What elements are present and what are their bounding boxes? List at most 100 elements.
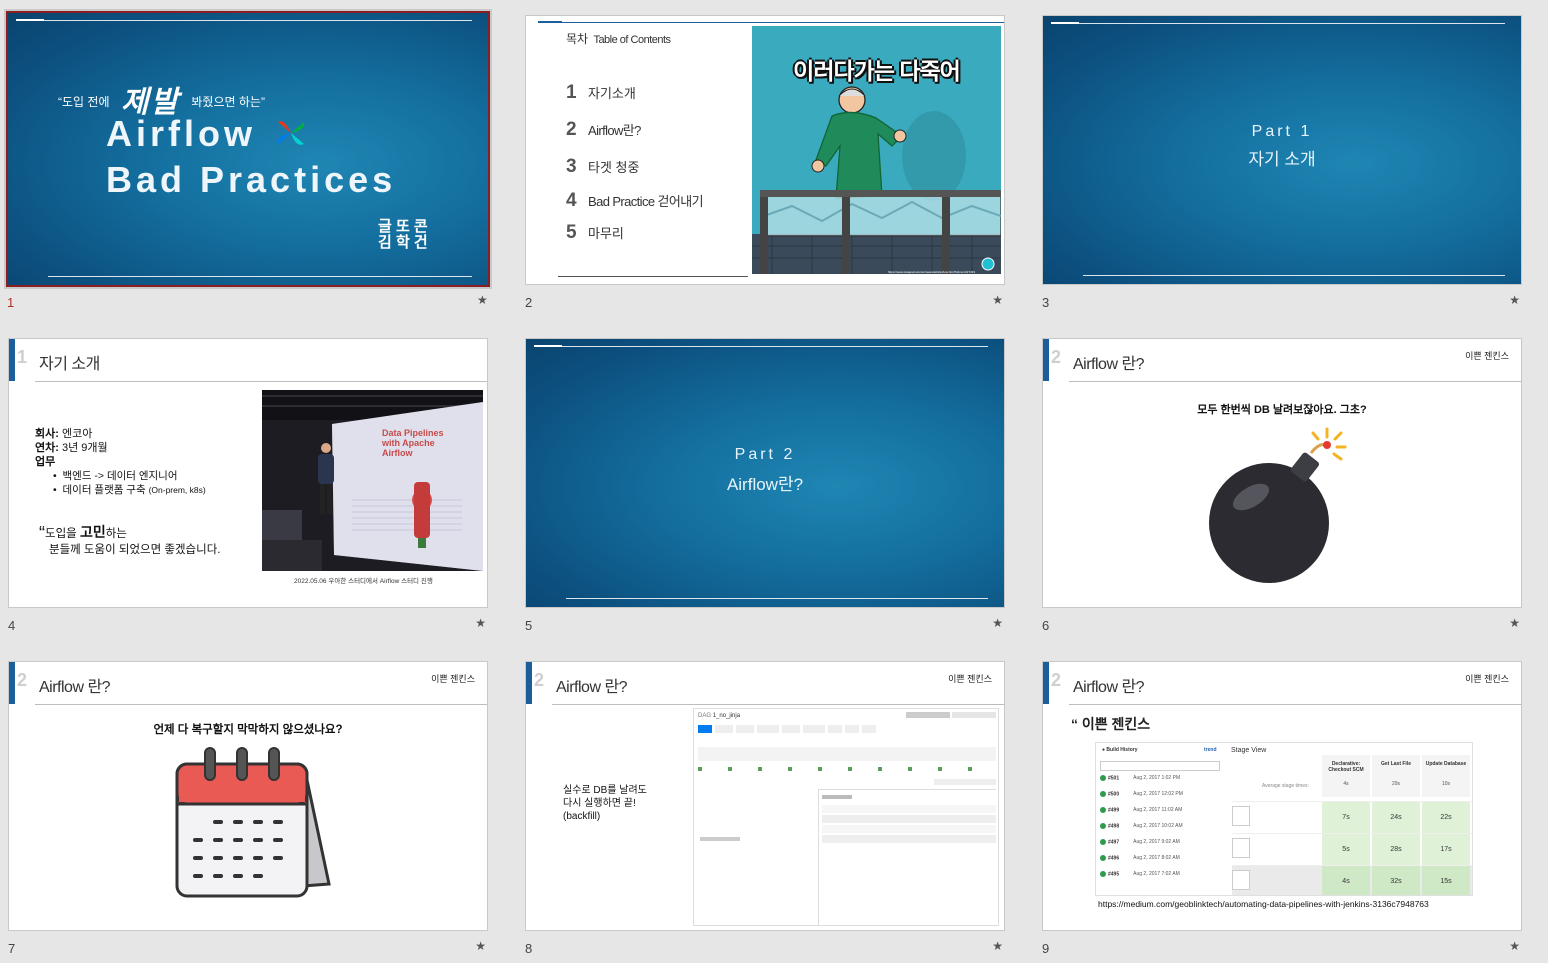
slide-title: 자기 소개 [39,356,100,373]
build-history-row[interactable]: #499 Aug 2, 2017 11:02 AM [1100,807,1228,823]
success-check-icon [1100,807,1106,813]
stage-time-cell[interactable]: 7s [1322,802,1370,833]
slide-thumbnail-3[interactable]: Part 1 자기 소개 3 ★ [1042,15,1522,310]
slide-thumbnail-2[interactable]: 목차 Table of Contents 1 자기소개 2 Airflow란? 3타… [525,15,1005,310]
stage-time-cell[interactable]: 24s [1372,802,1420,833]
slide-thumbnail-1[interactable]: “도입 전에 제발 봐줬으면 하는” Airflow Bad Practices… [4,9,492,310]
build-id: #500 [1108,791,1120,798]
stage-row[interactable]: 4s 32s 15s [1232,865,1472,895]
decor-dash [16,19,44,21]
stage-column-header: Declarative: Checkout SCM 4s [1322,755,1370,797]
decor-dash [1051,22,1079,24]
calendar-icon [175,747,331,898]
build-badge [1232,870,1250,890]
build-id: #498 [1108,823,1120,830]
source-url[interactable]: https://medium.com/geoblinktech/automati… [1098,899,1429,909]
meme-source: https://www.sisajournal.com/news/article… [887,270,975,274]
stage-time-cell[interactable]: 4s [1322,866,1370,895]
slide-tag: 이쁜 젠킨스 [431,674,475,684]
slide-4[interactable]: 1 자기 소개 회사: 엔코아 연차: 3년 9개월 업무 • 백엔드 -> 데… [8,338,488,608]
decor-line [534,346,988,347]
slide-8[interactable]: 2 Airflow 란? 이쁜 젠킨스 실수로 DB를 날려도 다시 실행하면 … [525,661,1005,931]
stage-view-title: Stage View [1231,747,1267,754]
stage-average: 29s [1391,781,1401,787]
transition-star-icon: ★ [992,939,1003,953]
slide-tag: 이쁜 젠킨스 [948,674,992,684]
header-divider [1069,381,1521,382]
slide-1[interactable]: “도입 전에 제발 봐줬으면 하는” Airflow Bad Practices… [4,9,492,289]
decor-dash [534,345,562,347]
part-label: Part 1 [1251,123,1313,140]
toc-item[interactable]: 5 마무리 [566,222,703,252]
slide-tag: 이쁜 젠킨스 [1465,351,1509,361]
decor-line [48,276,472,277]
section-number: 1 [17,347,28,367]
slide-6[interactable]: 2 Airflow 란? 이쁜 젠킨스 모두 한번씩 DB 날려보잖아요. 그초… [1042,338,1522,608]
years-row: 연차: 3년 9개월 [35,442,108,454]
slide-text: 모두 한번씩 DB 날려보잖아요. 그초? [1197,404,1367,416]
header-accent [9,339,15,381]
slide-thumbnail-9[interactable]: 2 Airflow 란? 이쁜 젠킨스 “ 이쁜 젠킨스 ● Build His… [1042,661,1522,956]
airflow-ui-screenshot: DAG 1_no_jinja [693,708,999,926]
build-history-row[interactable]: #498 Aug 2, 2017 10:02 AM [1100,823,1228,839]
stage-time-cell[interactable]: 28s [1372,834,1420,865]
slide-thumbnail-4[interactable]: 1 자기 소개 회사: 엔코아 연차: 3년 9개월 업무 • 백엔드 -> 데… [8,338,488,633]
build-history-row[interactable]: #501 Aug 2, 2017 1:02 PM [1100,775,1228,791]
slide-thumbnail-5[interactable]: Part 2 Airflow란? 5 ★ [525,338,1005,633]
transition-star-icon: ★ [475,616,486,630]
jenkins-screenshot: ● Build History trend #501 Aug 2, 2017 1:… [1095,742,1473,896]
slide-3[interactable]: Part 1 자기 소개 [1042,15,1522,285]
stage-time-cell[interactable]: 32s [1372,866,1420,895]
meme-image: 이러다가는 다죽어 https://www.sisajournal.com/ne… [752,26,1001,274]
part-label: Part 2 [734,446,796,463]
build-history-row[interactable]: #496 Aug 2, 2017 8:02 AM [1100,855,1228,871]
company-row: 회사: 엔코아 [35,428,93,440]
stage-average: 4s [1343,781,1349,787]
build-date: Aug 2, 2017 10:02 AM [1133,823,1183,830]
build-history-row[interactable]: #495 Aug 2, 2017 7:02 AM [1100,871,1228,887]
slide-thumbnail-6[interactable]: 2 Airflow 란? 이쁜 젠킨스 모두 한번씩 DB 날려보잖아요. 그초… [1042,338,1522,633]
slide-2[interactable]: 목차 Table of Contents 1 자기소개 2 Airflow란? 3타… [525,15,1005,285]
build-badge [1232,838,1250,858]
stage-time-cell[interactable]: 22s [1422,802,1470,833]
profile-text: 회사: 엔코아 연차: 3년 9개월 업무 • 백엔드 -> 데이터 엔지니어 … [35,427,206,497]
build-date: Aug 2, 2017 8:02 AM [1133,855,1180,862]
bomb-icon [1209,427,1347,583]
header-divider [1069,704,1521,705]
slide-title: Airflow 란? [39,679,111,696]
toc-item[interactable]: 1 자기소개 [566,82,703,119]
quote-block: “도입을 고민하는 분들께 도움이 되었으면 좋겠습니다. [39,523,221,556]
build-history-row[interactable]: #497 Aug 2, 2017 9:02 AM [1100,839,1228,855]
trend-link[interactable]: trend [1204,747,1217,753]
build-history-row[interactable]: #500 Aug 2, 2017 12:02 PM [1100,791,1228,807]
stage-time-cell[interactable]: 5s [1322,834,1370,865]
success-check-icon [1100,823,1106,829]
slide-number: 6 [1042,618,1050,633]
stage-row[interactable]: 7s 24s 22s [1232,801,1472,833]
author-line-2: 김 학 건 [378,234,428,251]
photo-caption: 2022.05.06 우아한 스터디에서 Airflow 스터디 진행 [294,578,433,585]
stage-time-cell[interactable]: 17s [1422,834,1470,865]
stage-time-cell[interactable]: 15s [1422,866,1470,895]
build-badge [1232,806,1250,826]
build-history-title: ● Build History [1102,747,1138,753]
slide-thumbnail-7[interactable]: 2 Airflow 란? 이쁜 젠킨스 언제 다 복구할지 막막하지 않으셨나요… [8,661,488,956]
decor-top-dash [538,21,562,23]
slide-number: 5 [525,618,533,633]
slide-number: 4 [8,618,16,633]
photo-slide-title: Data Pipelines with Apache Airflow [382,428,444,458]
success-check-icon [1100,791,1106,797]
toc-item[interactable]: 3 타겟 청중 [566,156,703,190]
slide-thumbnail-8[interactable]: 2 Airflow 란? 이쁜 젠킨스 실수로 DB를 날려도 다시 실행하면 … [525,661,1005,956]
toc-item[interactable]: 4 Bad Practice 걷어내기 [566,190,704,222]
avg-label: Average stage times: [1262,783,1309,789]
slide-5[interactable]: Part 2 Airflow란? [525,338,1005,608]
slide-7[interactable]: 2 Airflow 란? 이쁜 젠킨스 언제 다 복구할지 막막하지 않으셨나요… [8,661,488,931]
build-id: #496 [1108,855,1120,862]
build-date: Aug 2, 2017 9:02 AM [1133,839,1180,846]
slide-title: Airflow 란? [556,679,628,696]
toc-item[interactable]: 2 Airflow란? [566,119,703,156]
slide-9[interactable]: 2 Airflow 란? 이쁜 젠킨스 “ 이쁜 젠킨스 ● Build His… [1042,661,1522,931]
stage-row[interactable]: 5s 28s 17s [1232,833,1472,865]
build-id: #497 [1108,839,1120,846]
